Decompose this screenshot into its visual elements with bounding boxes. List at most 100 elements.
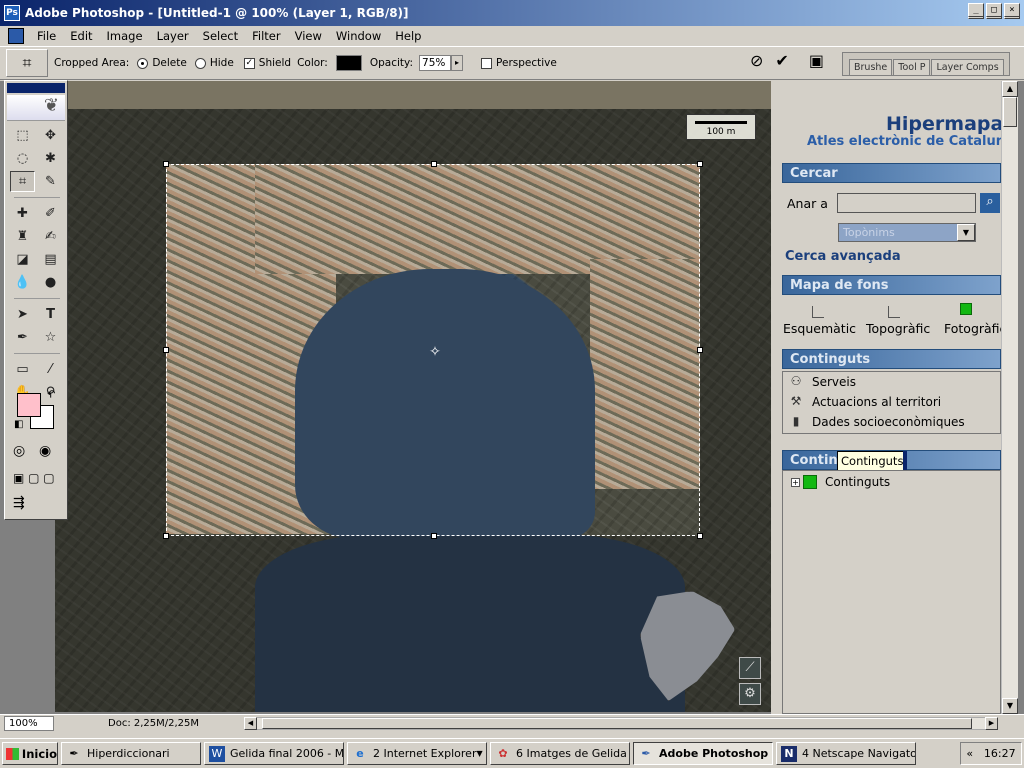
- task-hiperdiccionari[interactable]: ✒ Hiperdiccionari: [61, 742, 201, 765]
- task-internet-explorer[interactable]: e 2 Internet Explorer ▼: [347, 742, 487, 765]
- default-colors-icon[interactable]: ◧: [14, 419, 23, 430]
- crop-tool-icon[interactable]: ⌗: [10, 171, 35, 192]
- tree-item-continguts[interactable]: + Continguts: [791, 475, 890, 489]
- base-map-photographic-option[interactable]: [960, 303, 972, 315]
- contents-item-serveis[interactable]: ⚇ Serveis: [787, 374, 856, 390]
- shield-checkbox[interactable]: ✓: [243, 57, 255, 69]
- path-selection-tool-icon[interactable]: ➤: [10, 304, 35, 325]
- eraser-tool-icon[interactable]: ◪: [10, 249, 35, 270]
- menu-edit[interactable]: Edit: [63, 29, 99, 43]
- doc-close-button[interactable]: ×: [1004, 3, 1020, 17]
- contents-item-actuacions[interactable]: ⚒ Actuacions al territori: [787, 394, 942, 410]
- palette-tab-tool-presets[interactable]: Tool P: [893, 59, 931, 75]
- blur-tool-icon[interactable]: 💧: [10, 272, 35, 293]
- horizontal-scroll-thumb[interactable]: [262, 718, 972, 729]
- horizontal-scrollbar[interactable]: ◀ ▶: [244, 717, 998, 730]
- menu-help[interactable]: Help: [388, 29, 428, 43]
- map-settings-icon[interactable]: ⚙: [739, 683, 761, 705]
- crop-handle-b[interactable]: [431, 533, 437, 539]
- foreground-color-swatch[interactable]: [17, 393, 41, 417]
- opacity-slider-arrow[interactable]: ▸: [451, 55, 464, 71]
- crop-handle-bl[interactable]: [163, 533, 169, 539]
- check-icon[interactable]: ✔: [775, 51, 788, 70]
- search-button[interactable]: ⌕: [980, 193, 1000, 213]
- tool-preset-picker[interactable]: ⌗: [6, 49, 48, 77]
- doc-restore-button[interactable]: □: [986, 3, 1002, 17]
- history-brush-tool-icon[interactable]: ✍: [38, 226, 63, 247]
- crop-handle-tl[interactable]: [163, 161, 169, 167]
- expand-icon[interactable]: +: [791, 477, 800, 487]
- contents-item-dades[interactable]: ▮ Dades socioeconòmiques: [787, 414, 965, 430]
- notes-tool-icon[interactable]: ▭: [10, 359, 35, 380]
- standard-mode-icon[interactable]: ◎: [13, 443, 25, 459]
- crop-handle-t[interactable]: [431, 161, 437, 167]
- document-icon[interactable]: [8, 28, 24, 44]
- brush-tool-icon[interactable]: ✐: [38, 203, 63, 224]
- base-map-schematic-option[interactable]: [812, 306, 824, 318]
- clone-stamp-tool-icon[interactable]: ♜: [10, 226, 35, 247]
- healing-brush-tool-icon[interactable]: ✚: [10, 203, 35, 224]
- swap-colors-icon[interactable]: ↶: [47, 389, 55, 400]
- base-map-schematic-label[interactable]: Esquemàtic: [783, 321, 856, 336]
- advanced-search-link[interactable]: Cerca avançada: [785, 249, 901, 264]
- chevron-down-icon[interactable]: ▼: [957, 224, 975, 241]
- feather-logo-icon[interactable]: ❦: [7, 95, 65, 121]
- crop-handle-r[interactable]: [697, 347, 703, 353]
- menu-filter[interactable]: Filter: [245, 29, 287, 43]
- document-canvas[interactable]: ✧ 100 m ⟋ ⚙: [55, 109, 771, 712]
- menu-file[interactable]: File: [30, 29, 63, 43]
- crop-handle-l[interactable]: [163, 347, 169, 353]
- menu-view[interactable]: View: [288, 29, 329, 43]
- crop-handle-tr[interactable]: [697, 161, 703, 167]
- magic-wand-tool-icon[interactable]: ✱: [38, 148, 63, 169]
- scroll-down-arrow[interactable]: ▼: [1002, 698, 1018, 714]
- dodge-tool-icon[interactable]: ●: [38, 272, 63, 293]
- hide-radio[interactable]: [194, 57, 206, 69]
- cancel-icon[interactable]: ⊘: [750, 51, 763, 70]
- toponym-select[interactable]: Topònims: [838, 223, 976, 242]
- file-browser-icon[interactable]: ▣: [809, 51, 824, 70]
- perspective-checkbox[interactable]: [481, 57, 493, 69]
- task-netscape-navigator[interactable]: N 4 Netscape Navigator ▼: [776, 742, 916, 765]
- palette-tab-brushes[interactable]: Brushe: [849, 59, 893, 75]
- doc-size-info[interactable]: Doc: 2,25M/2,25M: [108, 718, 234, 729]
- menu-window[interactable]: Window: [329, 29, 388, 43]
- menu-layer[interactable]: Layer: [150, 29, 196, 43]
- gradient-tool-icon[interactable]: ▤: [38, 249, 63, 270]
- marquee-tool-icon[interactable]: ⬚: [10, 125, 35, 146]
- task-adobe-photoshop[interactable]: ✒ Adobe Photoshop ...: [633, 742, 773, 765]
- menu-select[interactable]: Select: [196, 29, 245, 43]
- clock[interactable]: 16:27: [984, 747, 1016, 760]
- crop-center-icon[interactable]: ✧: [428, 345, 442, 359]
- base-map-photographic-label[interactable]: Fotogràfic: [944, 321, 1001, 336]
- opacity-input[interactable]: 75%: [419, 55, 452, 71]
- doc-minimize-button[interactable]: _: [968, 3, 984, 17]
- palette-tab-layer-comps[interactable]: Layer Comps: [931, 59, 1004, 75]
- menu-image[interactable]: Image: [100, 29, 150, 43]
- shield-color-swatch[interactable]: [335, 55, 362, 71]
- base-map-topographic-label[interactable]: Topogràfic: [866, 321, 930, 336]
- zoom-field[interactable]: 100%: [4, 715, 54, 731]
- slice-tool-icon[interactable]: ✎: [38, 171, 63, 192]
- eyedropper-tool-icon[interactable]: ⁄: [38, 359, 63, 380]
- vertical-scrollbar[interactable]: ▲ ▼: [1001, 81, 1018, 714]
- go-to-input[interactable]: [837, 193, 976, 213]
- delete-radio[interactable]: [137, 57, 149, 69]
- task-word-document[interactable]: W Gelida final 2006 - Mi...: [204, 742, 344, 765]
- vertical-scroll-thumb[interactable]: [1003, 97, 1017, 127]
- crop-handle-br[interactable]: [697, 533, 703, 539]
- base-map-topographic-option[interactable]: [888, 306, 900, 318]
- jump-to-imageready-icon[interactable]: ⇶: [13, 495, 25, 511]
- screen-mode-icon[interactable]: ▣ ▢ ▢: [13, 471, 55, 485]
- move-tool-icon[interactable]: ✥: [38, 125, 63, 146]
- scroll-up-arrow[interactable]: ▲: [1002, 81, 1018, 97]
- start-button[interactable]: Inicio: [2, 742, 58, 765]
- shape-tool-icon[interactable]: ☆: [38, 327, 63, 348]
- photoshop-app-icon[interactable]: Ps: [4, 5, 20, 21]
- toolbox-title[interactable]: [7, 83, 65, 93]
- map-measure-icon[interactable]: ⟋: [739, 657, 761, 679]
- scroll-left-arrow[interactable]: ◀: [244, 717, 257, 730]
- type-tool-icon[interactable]: T: [38, 304, 63, 325]
- task-imatges-gelida[interactable]: ✿ 6 Imatges de Gelida ...: [490, 742, 630, 765]
- lasso-tool-icon[interactable]: ◌: [10, 148, 35, 169]
